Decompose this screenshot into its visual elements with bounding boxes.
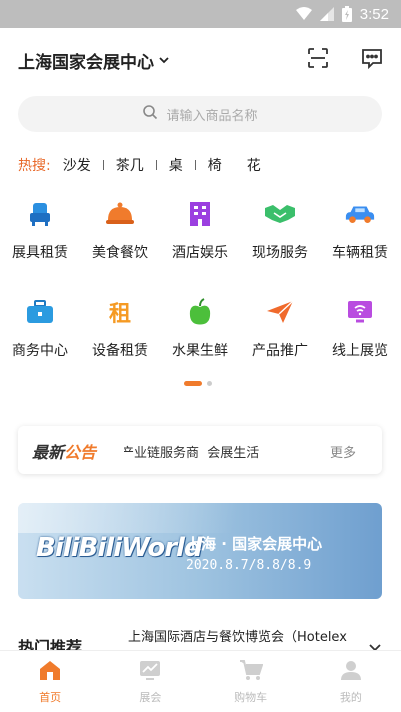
cart-icon (239, 659, 264, 685)
category-business-center[interactable]: 商务中心 (0, 296, 80, 360)
category-promotion[interactable]: 产品推广 (240, 296, 320, 360)
chevron-down-icon (158, 51, 170, 70)
category-car-rental[interactable]: 车辆租赁 (320, 198, 400, 262)
search-placeholder: 请输入商品名称 (166, 108, 258, 124)
location-name: 上海国家会展中心 (18, 53, 154, 73)
tab-exhibition[interactable]: 展会 (100, 651, 200, 712)
tab-label: 我的 (339, 691, 362, 704)
hot-search-item[interactable]: 椅 (208, 155, 222, 175)
car-icon (344, 198, 376, 230)
bottom-tab-bar: 首页 展会 购物车 我的 (0, 650, 401, 712)
category-fruit[interactable]: 水果生鲜 (160, 296, 240, 360)
divider (194, 160, 196, 170)
status-bar: 3:52 (0, 0, 401, 28)
status-time: 3:52 (359, 5, 389, 23)
category-label: 设备租赁 (92, 343, 148, 359)
hot-search-item[interactable]: 茶几 (116, 155, 144, 175)
status-icons: 3:52 (295, 4, 389, 24)
search-icon (142, 104, 158, 124)
hot-search-item[interactable]: 桌 (169, 155, 183, 175)
category-hotel[interactable]: 酒店娱乐 (160, 198, 240, 262)
page-dot (207, 381, 212, 386)
notice-marquee: 产业链服务商 会展生活 (124, 442, 308, 461)
tab-home[interactable]: 首页 (0, 651, 100, 712)
category-label: 水果生鲜 (172, 343, 228, 359)
location-selector[interactable]: 上海国家会展中心 (18, 48, 170, 73)
notice-bar[interactable]: 最新公告 产业链服务商 会展生活 更多 (18, 426, 382, 474)
briefcase-icon (24, 296, 56, 328)
app-screen: 3:52 上海国家会展中心 请输入商品名称 热搜: 沙发 茶几 桌 椅 花 展具… (0, 0, 401, 712)
tab-profile[interactable]: 我的 (301, 651, 401, 712)
chair-icon (24, 198, 56, 230)
category-label: 酒店娱乐 (172, 245, 228, 261)
notice-title-part: 公告 (64, 443, 97, 462)
page-dot-active (184, 381, 202, 386)
banner-logo: BiliBiliWorld (36, 533, 203, 563)
banner-date: 2020.8.7/8.8/8.9 (186, 558, 312, 573)
home-icon (38, 659, 62, 685)
notice-more-link[interactable]: 更多 (330, 442, 356, 461)
category-label: 现场服务 (252, 245, 308, 261)
banner-decoration (18, 503, 382, 533)
divider (102, 160, 104, 170)
scan-icon (306, 46, 330, 74)
user-icon (339, 659, 363, 685)
apple-icon (184, 296, 216, 328)
message-button[interactable] (358, 46, 386, 74)
page-indicator (184, 381, 212, 386)
notice-title: 最新公告 (32, 439, 96, 463)
category-label: 产品推广 (252, 343, 308, 359)
category-label: 线上展览 (332, 343, 388, 359)
recommend-marquee[interactable]: 上海国际酒店与餐饮博览会（Hotelex (128, 626, 347, 645)
category-rental-furniture[interactable]: 展具租赁 (0, 198, 80, 262)
tab-label: 首页 (39, 691, 62, 704)
banner-title: 上海 · 国家会展中心 (186, 535, 323, 553)
rent-icon: 租 (104, 296, 136, 328)
notice-title-part: 最新 (32, 443, 65, 462)
tab-cart[interactable]: 购物车 (201, 651, 301, 712)
signal-icon (319, 7, 334, 21)
hot-search-item[interactable]: 沙发 (63, 155, 91, 175)
rent-glyph: 租 (108, 302, 131, 327)
category-label: 展具租赁 (12, 245, 68, 261)
tab-label: 展会 (139, 691, 162, 704)
category-label: 商务中心 (12, 343, 68, 359)
wifi-icon (295, 7, 312, 21)
category-onsite-service[interactable]: 现场服务 (240, 198, 320, 262)
search-bar[interactable]: 请输入商品名称 (18, 96, 382, 132)
battery-icon (341, 6, 352, 22)
scan-button[interactable] (304, 46, 332, 74)
category-equipment-rental[interactable]: 租 设备租赁 (80, 296, 160, 360)
handshake-icon (264, 198, 296, 230)
category-food[interactable]: 美食餐饮 (80, 198, 160, 262)
category-label: 美食餐饮 (92, 245, 148, 261)
monitor-icon (344, 296, 376, 328)
category-label: 车辆租赁 (332, 245, 388, 261)
hot-search-item[interactable]: 花 (247, 155, 261, 175)
category-online-exhibition[interactable]: 线上展览 (320, 296, 400, 360)
paper-plane-icon (264, 296, 296, 328)
tab-label: 购物车 (234, 691, 268, 704)
hot-search-label: 热搜: (18, 158, 51, 174)
header: 上海国家会展中心 (0, 40, 401, 80)
chat-bubble-icon (360, 46, 384, 74)
promo-banner[interactable]: BiliBiliWorld 上海 · 国家会展中心 2020.8.7/8.8/8… (18, 503, 382, 599)
food-cloche-icon (104, 198, 136, 230)
exhibition-icon (138, 659, 162, 685)
divider (155, 160, 157, 170)
hot-search: 热搜: 沙发 茶几 桌 椅 花 (18, 154, 261, 176)
hotel-building-icon (184, 198, 216, 230)
notice-text: 产业链服务商 会展生活 (124, 446, 260, 461)
